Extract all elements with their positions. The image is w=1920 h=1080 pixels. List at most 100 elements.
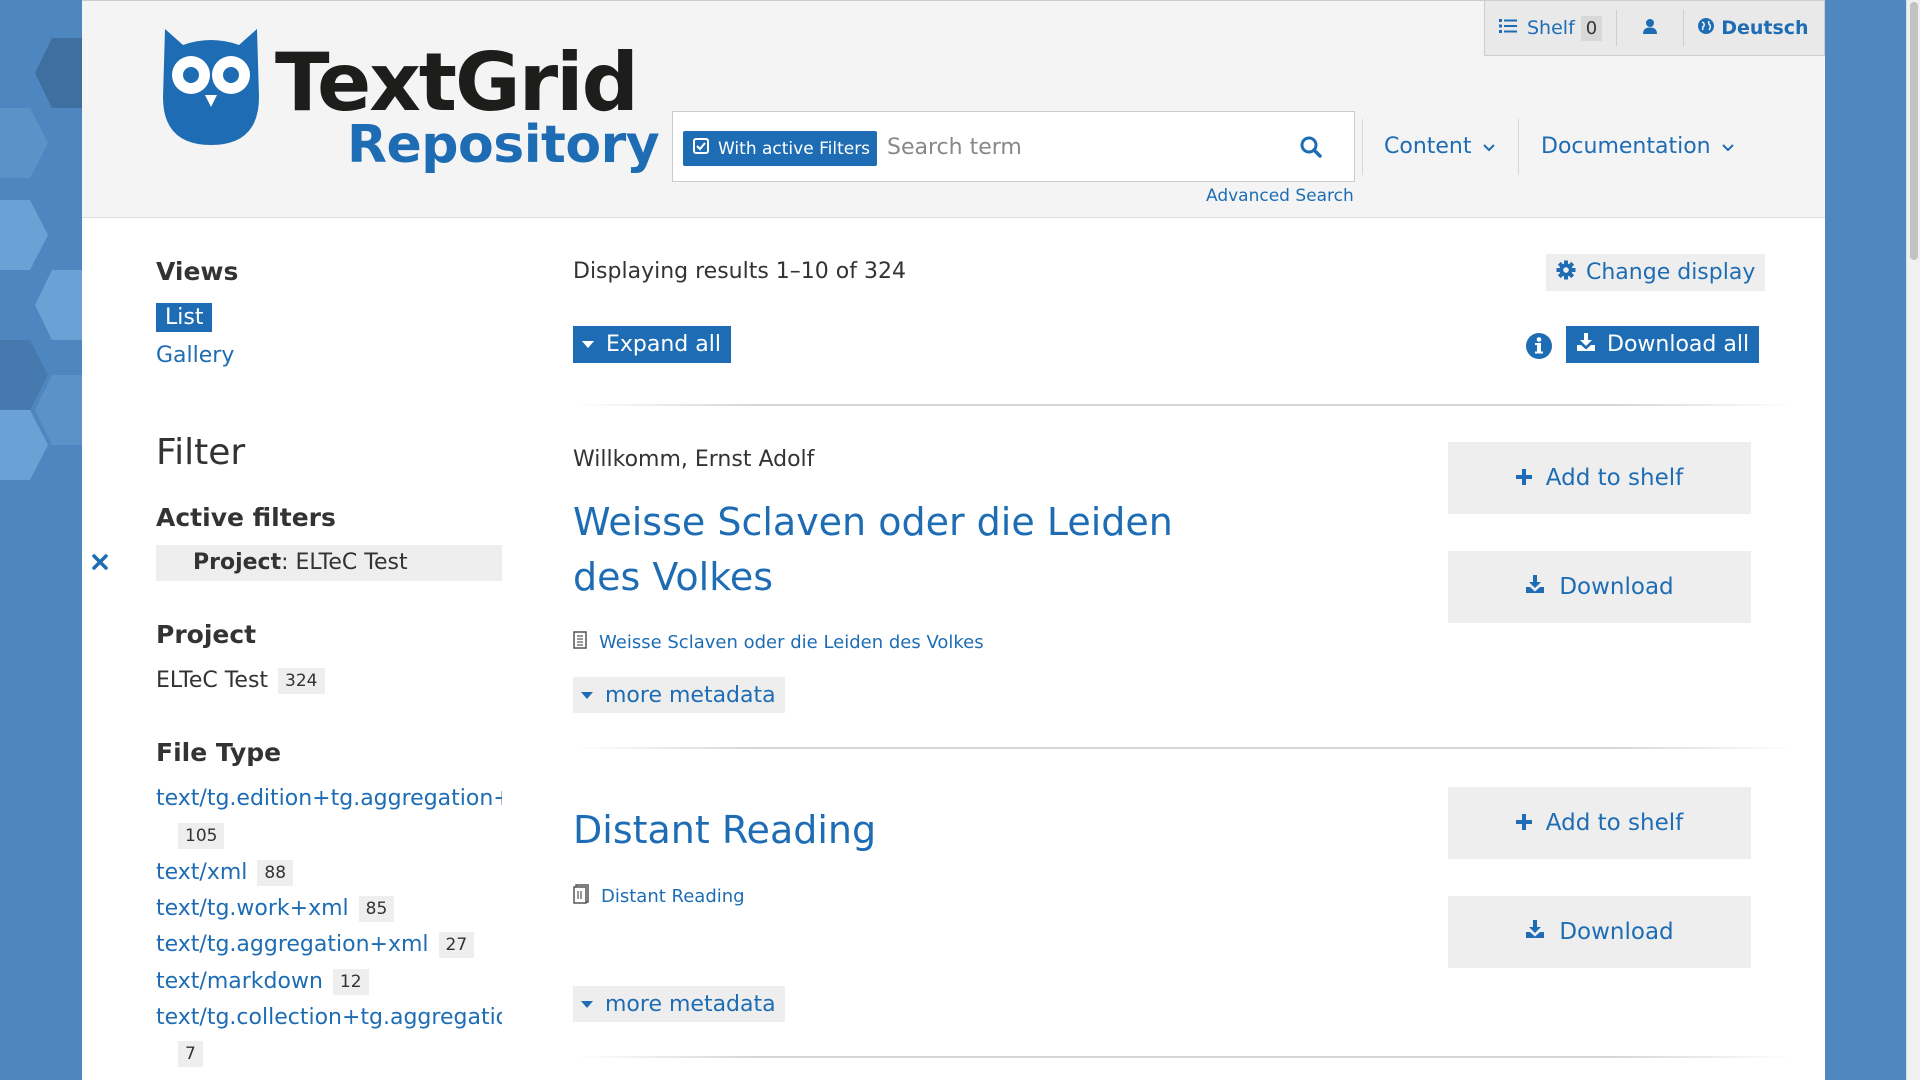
gear-icon (1556, 260, 1576, 286)
expand-all-button[interactable]: Expand all (573, 326, 731, 363)
filetype-facet-item[interactable]: text/tg.aggregation+xml 27 (156, 932, 475, 958)
results-divider (573, 404, 1795, 406)
filetype-facet-label: text/markdown (156, 969, 323, 994)
nav-content-menu[interactable]: Content (1384, 134, 1496, 159)
active-filters-heading: Active filters (156, 503, 336, 532)
result-object-label: Distant Reading (601, 886, 745, 907)
more-metadata-label: more metadata (605, 991, 776, 1017)
filetype-facet-item[interactable]: text/xml 88 (156, 860, 294, 886)
add-to-shelf-label: Add to shelf (1545, 810, 1684, 836)
advanced-search-link[interactable]: Advanced Search (1206, 186, 1354, 206)
top-utility-bar: Shelf 0 Deutsch (1484, 1, 1825, 56)
active-filters-toggle-label: With active Filters (718, 138, 871, 159)
result-object-link[interactable]: Weisse Sclaven oder die Leiden des Volke… (573, 631, 984, 654)
globe-icon (1698, 17, 1715, 39)
add-to-shelf-button[interactable]: Add to shelf (1448, 787, 1751, 859)
remove-filter-close-icon[interactable] (92, 554, 108, 574)
shelf-label: Shelf (1527, 17, 1575, 39)
caret-down-icon (581, 691, 593, 699)
project-facet-label: ELTeC Test (156, 668, 269, 693)
project-facet-heading: Project (156, 620, 257, 649)
results-divider (573, 1056, 1795, 1058)
project-facet-item[interactable]: ELTeC Test 324 (156, 668, 325, 694)
download-icon (1525, 574, 1545, 600)
site-header: TextGrid Repository Shelf 0 Deutsch With… (82, 0, 1825, 218)
result-object-label: Weisse Sclaven oder die Leiden des Volke… (599, 632, 984, 653)
checkbox-checked-icon (693, 138, 709, 159)
shelf-count-badge: 0 (1580, 15, 1603, 41)
download-label: Download (1559, 574, 1674, 600)
filter-heading: Filter (156, 432, 246, 473)
view-list-option[interactable]: List (156, 303, 213, 332)
filetype-facet-item[interactable]: text/markdown 12 (156, 969, 369, 995)
logo-title[interactable]: TextGrid (275, 43, 639, 123)
change-display-label: Change display (1586, 260, 1756, 285)
filetype-facet-item[interactable]: text/tg.work+xml 85 (156, 896, 395, 922)
owl-logo-icon[interactable] (161, 27, 261, 151)
info-icon[interactable] (1525, 332, 1553, 364)
result-object-link[interactable]: Distant Reading (573, 884, 745, 909)
active-filter-field: Project (193, 550, 282, 575)
result-title-link[interactable]: Weisse Sclaven oder die Leiden des Volke… (573, 495, 1173, 605)
result-author: Willkomm, Ernst Adolf (573, 447, 815, 472)
caret-down-icon (582, 341, 594, 348)
result-title-line: Distant Reading (573, 808, 877, 852)
result-title-link[interactable]: Distant Reading (573, 803, 876, 858)
project-facet-count: 324 (278, 668, 325, 694)
filetype-facet-label: text/tg.work+xml (156, 896, 349, 921)
download-all-label: Download all (1607, 332, 1750, 357)
filetype-facet-label: text/tg.collection+tg.aggregation+ (156, 1005, 502, 1030)
scrollbar-thumb[interactable] (1910, 2, 1918, 260)
user-login-button[interactable] (1617, 1, 1683, 55)
download-label: Download (1559, 919, 1674, 945)
search-input[interactable] (885, 128, 1289, 166)
result-title-line: des Volkes (573, 555, 774, 599)
language-label: Deutsch (1721, 17, 1809, 39)
filetype-facet-count: 85 (358, 896, 395, 922)
aggregation-icon (573, 884, 589, 909)
chevron-down-icon (1482, 134, 1496, 159)
result-title-line: Weisse Sclaven oder die Leiden (573, 500, 1173, 544)
change-display-button[interactable]: Change display (1546, 254, 1766, 291)
plus-icon (1515, 810, 1532, 836)
download-all-button[interactable]: Download all (1566, 326, 1760, 363)
filetype-facet-count: 88 (257, 860, 294, 886)
chevron-down-icon (1721, 134, 1735, 159)
nav-documentation-label: Documentation (1541, 134, 1711, 159)
results-divider (573, 747, 1795, 749)
plus-icon (1515, 465, 1532, 491)
hexagon-background (0, 0, 82, 1080)
filetype-facet-item[interactable]: text/tg.collection+tg.aggregation+ (156, 1005, 502, 1030)
filetype-facet-label: text/xml (156, 860, 248, 885)
expand-all-label: Expand all (606, 332, 721, 357)
results-summary: Displaying results 1–10 of 324 (573, 259, 906, 284)
nav-documentation-menu[interactable]: Documentation (1541, 134, 1735, 159)
filetype-facet-count: 27 (438, 932, 475, 958)
filetype-facet-item[interactable]: text/tg.edition+tg.aggregation+xn (156, 786, 502, 811)
logo-subtitle[interactable]: Repository (347, 119, 660, 171)
more-metadata-toggle[interactable]: more metadata (573, 986, 785, 1022)
language-switch[interactable]: Deutsch (1684, 1, 1822, 55)
filetype-facet-count: 105 (178, 823, 225, 849)
view-gallery-option[interactable]: Gallery (156, 343, 234, 368)
active-filters-toggle-button[interactable]: With active Filters (683, 131, 877, 166)
active-filter-value: ELTeC Test (288, 550, 408, 575)
page-container: TextGrid Repository Shelf 0 Deutsch With… (82, 0, 1825, 1080)
filetype-facet-count: 7 (178, 1041, 203, 1067)
active-filter-separator: : (281, 550, 289, 575)
nav-content-label: Content (1384, 134, 1472, 159)
shelf-link[interactable]: Shelf 0 (1485, 1, 1616, 55)
download-button[interactable]: Download (1448, 896, 1751, 968)
page-scrollbar[interactable] (1906, 0, 1920, 1080)
search-icon[interactable] (1300, 136, 1322, 162)
caret-down-icon (581, 1000, 593, 1008)
filetype-facet-label: text/tg.aggregation+xml (156, 932, 429, 957)
add-to-shelf-label: Add to shelf (1545, 465, 1684, 491)
download-icon (1576, 332, 1596, 358)
more-metadata-toggle[interactable]: more metadata (573, 677, 785, 713)
list-icon (1499, 17, 1517, 39)
download-button[interactable]: Download (1448, 551, 1751, 623)
filetype-facet-label: text/tg.edition+tg.aggregation+xn (156, 786, 502, 811)
add-to-shelf-button[interactable]: Add to shelf (1448, 442, 1751, 514)
active-filter-chip: Project: ELTeC Test (156, 545, 502, 581)
